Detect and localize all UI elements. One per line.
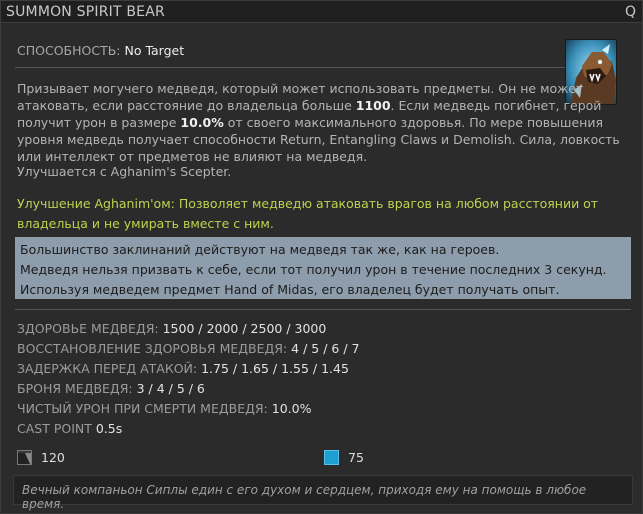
stats-divider <box>15 309 631 310</box>
stat-bear-regen: ВОССТАНОВЛЕНИЕ ЗДОРОВЬЯ МЕДВЕДЯ: 4 / 5 /… <box>17 339 629 359</box>
ability-title: SUMMON SPIRIT BEAR <box>6 4 165 20</box>
stat-label: БРОНЯ МЕДВЕДЯ: <box>17 381 133 396</box>
stat-value: 1500 / 2000 / 2500 / 3000 <box>162 321 327 336</box>
stat-label: CAST POINT <box>17 421 92 436</box>
scepter-upgrade-note: Улучшается с Aghanim's Scepter. <box>17 164 232 179</box>
behavior-value: No Target <box>124 43 185 58</box>
stat-value: 4 / 5 / 6 / 7 <box>291 341 360 356</box>
lore-text: Вечный компаньон Сиплы един с его духом … <box>22 483 587 511</box>
mana-cost-icon <box>324 450 339 465</box>
note-item: Медведя нельзя призвать к себе, если тот… <box>20 262 607 277</box>
stat-cast-point: CAST POINT 0.5s <box>17 419 629 439</box>
note-item: Большинство заклинаний действуют на медв… <box>20 242 500 257</box>
stat-label: ЗАДЕРЖКА ПЕРЕД АТАКОЙ: <box>17 361 198 376</box>
stat-value: 1.75 / 1.65 / 1.55 / 1.45 <box>201 361 349 376</box>
ability-costs: 120 75 <box>17 449 629 467</box>
stat-value: 0.5s <box>95 421 123 436</box>
lore-box: Вечный компаньон Сиплы един с его духом … <box>13 475 633 511</box>
death-damage-percent: 10.0% <box>180 115 224 130</box>
header-divider <box>15 67 565 68</box>
stat-attack-time: ЗАДЕРЖКА ПЕРЕД АТАКОЙ: 1.75 / 1.65 / 1.5… <box>17 359 629 379</box>
cooldown-value: 120 <box>41 450 65 465</box>
stat-death-damage: ЧИСТЫЙ УРОН ПРИ СМЕРТИ МЕДВЕДЯ: 10.0% <box>17 399 629 419</box>
stat-label: ВОССТАНОВЛЕНИЕ ЗДОРОВЬЯ МЕДВЕДЯ: <box>17 341 288 356</box>
stat-label: ЗДОРОВЬЕ МЕДВЕДЯ: <box>17 321 159 336</box>
tooltip-header: SUMMON SPIRIT BEAR Q <box>1 1 642 23</box>
ability-stats: ЗДОРОВЬЕ МЕДВЕДЯ: 1500 / 2000 / 2500 / 3… <box>17 319 629 439</box>
stat-value: 3 / 4 / 5 / 6 <box>136 381 205 396</box>
stat-label: ЧИСТЫЙ УРОН ПРИ СМЕРТИ МЕДВЕДЯ: <box>17 401 268 416</box>
hotkey-label: Q <box>624 4 636 20</box>
note-item: Используя медведем предмет Hand of Midas… <box>20 282 560 297</box>
ability-behavior: СПОСОБНОСТЬ: No Target <box>17 43 184 58</box>
aghanim-upgrade-text: Улучшение Aghanim'ом: Позволяет медведю … <box>17 196 599 231</box>
cooldown-icon <box>17 450 32 465</box>
stat-value: 10.0% <box>271 401 312 416</box>
mana-cost-value: 75 <box>348 450 364 465</box>
leash-range-value: 1100 <box>355 98 391 113</box>
stat-bear-armor: БРОНЯ МЕДВЕДЯ: 3 / 4 / 5 / 6 <box>17 379 629 399</box>
ability-description: Призывает могучего медведя, который може… <box>17 80 629 165</box>
behavior-label: СПОСОБНОСТЬ: <box>17 43 121 58</box>
ability-tooltip: SUMMON SPIRIT BEAR Q СПОСОБНОСТЬ: No Tar… <box>0 0 643 514</box>
ability-notes: Большинство заклинаний действуют на медв… <box>15 237 631 299</box>
stat-bear-health: ЗДОРОВЬЕ МЕДВЕДЯ: 1500 / 2000 / 2500 / 3… <box>17 319 629 339</box>
